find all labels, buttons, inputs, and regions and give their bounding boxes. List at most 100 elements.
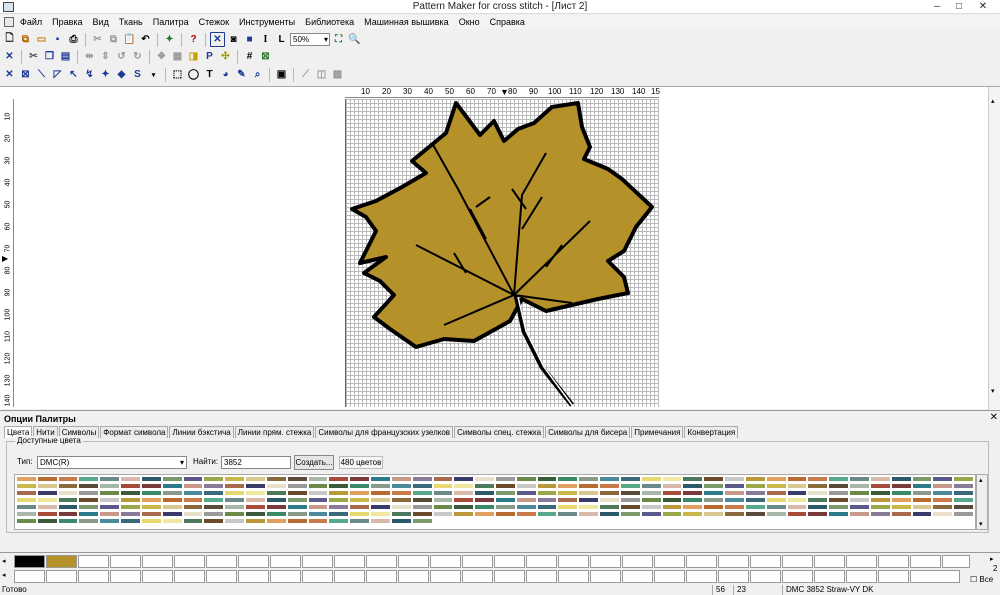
color-swatch[interactable] [57,483,79,489]
rotate-left-icon[interactable]: ↺ [114,49,129,64]
color-swatch[interactable] [515,511,537,517]
color-swatch[interactable] [57,497,79,503]
color-swatch[interactable] [640,497,662,503]
used-color-slot[interactable] [910,570,960,583]
color-swatch[interactable] [640,483,662,489]
color-swatch[interactable] [349,511,371,517]
used-color-slot[interactable] [622,570,653,583]
color-swatch[interactable] [390,476,412,482]
french-knot-icon[interactable]: ✦ [98,67,113,82]
used-color-slot[interactable] [142,570,173,583]
help-icon[interactable]: ? [186,32,201,47]
document-icon[interactable] [4,17,14,27]
color-swatch[interactable] [182,483,204,489]
color-swatch[interactable] [120,476,141,482]
used-color-slot[interactable] [590,555,621,568]
color-swatch[interactable] [370,497,391,503]
sampler-icon[interactable]: ✣ [218,49,233,64]
color-swatch[interactable] [307,518,329,524]
color-swatch[interactable] [140,518,162,524]
used-color-black[interactable] [14,555,45,568]
used-color-slot[interactable] [270,555,301,568]
color-swatch[interactable] [349,518,371,524]
color-swatch[interactable] [161,483,183,489]
color-swatch[interactable] [161,497,183,503]
color-swatch[interactable] [411,497,433,503]
color-swatch[interactable] [932,490,954,496]
color-swatch[interactable] [786,497,808,503]
color-swatch[interactable] [265,483,287,489]
color-swatch[interactable] [619,497,641,503]
color-swatch[interactable] [203,483,225,489]
color-swatch[interactable] [370,490,391,496]
tab-conversion[interactable]: Конвертация [684,426,739,438]
color-swatch[interactable] [494,504,516,510]
new-file-icon[interactable]: 🗋 [2,32,17,47]
color-swatch[interactable] [640,504,662,510]
color-swatch[interactable] [640,490,662,496]
full-stitch-icon[interactable]: ✕ [2,67,17,82]
color-swatch[interactable] [120,490,141,496]
undo-icon[interactable]: ↶ [138,32,153,47]
color-swatch[interactable] [245,497,266,503]
color-swatch[interactable] [36,490,58,496]
color-swatch[interactable] [140,490,162,496]
color-swatch[interactable] [182,497,204,503]
color-swatch[interactable] [140,483,162,489]
color-swatch[interactable] [849,476,870,482]
color-swatch[interactable] [765,490,787,496]
color-swatch[interactable] [536,511,558,517]
symbol-view-icon[interactable]: ◙ [226,32,241,47]
used-color-slot[interactable] [910,555,941,568]
color-swatch[interactable] [328,511,350,517]
color-swatch[interactable] [99,497,121,503]
used-color-slot[interactable] [142,555,173,568]
color-swatch[interactable] [557,511,579,517]
color-swatch[interactable] [953,504,974,510]
color-swatch[interactable] [203,476,225,482]
color-swatch[interactable] [703,497,725,503]
color-swatch[interactable] [432,504,454,510]
used-color-slot[interactable] [366,555,397,568]
color-swatch[interactable] [578,511,600,517]
color-swatch[interactable] [703,504,725,510]
color-swatch[interactable] [16,497,37,503]
scroll-down-icon[interactable]: ▾ [991,387,995,395]
color-swatch[interactable] [515,504,537,510]
color-swatch[interactable] [953,490,974,496]
color-swatch[interactable] [682,497,704,503]
close-button[interactable]: ✕ [974,0,992,14]
half-stitch-icon[interactable]: ⟍ [34,67,49,82]
color-swatch[interactable] [619,504,641,510]
color-swatch[interactable] [661,511,683,517]
color-swatch[interactable] [682,490,704,496]
color-swatch[interactable] [78,504,100,510]
color-swatch[interactable] [703,511,725,517]
color-swatch[interactable] [599,483,620,489]
close-panel-icon[interactable]: ✕ [990,412,998,423]
color-swatch[interactable] [932,511,954,517]
color-swatch[interactable] [224,518,246,524]
color-swatch[interactable] [849,497,870,503]
color-swatch[interactable] [557,497,579,503]
bead-icon[interactable]: ◆ [114,67,129,82]
color-swatch[interactable] [828,483,850,489]
color-swatch[interactable] [807,518,829,524]
color-swatch[interactable] [932,518,954,524]
color-swatch[interactable] [203,518,225,524]
color-swatch[interactable] [453,518,475,524]
used-color-slot[interactable] [302,555,333,568]
color-swatch[interactable] [828,490,850,496]
color-swatch[interactable] [807,483,829,489]
color-swatch[interactable] [36,497,58,503]
used-color-slot[interactable] [206,570,237,583]
color-swatch[interactable] [349,490,371,496]
color-swatch[interactable] [307,490,329,496]
used-color-slot[interactable] [78,555,109,568]
color-swatch[interactable] [661,504,683,510]
color-swatch[interactable] [890,518,912,524]
color-swatch[interactable] [599,490,620,496]
color-swatch[interactable] [724,511,745,517]
color-swatch[interactable] [245,511,266,517]
used-color-slot[interactable] [782,555,813,568]
